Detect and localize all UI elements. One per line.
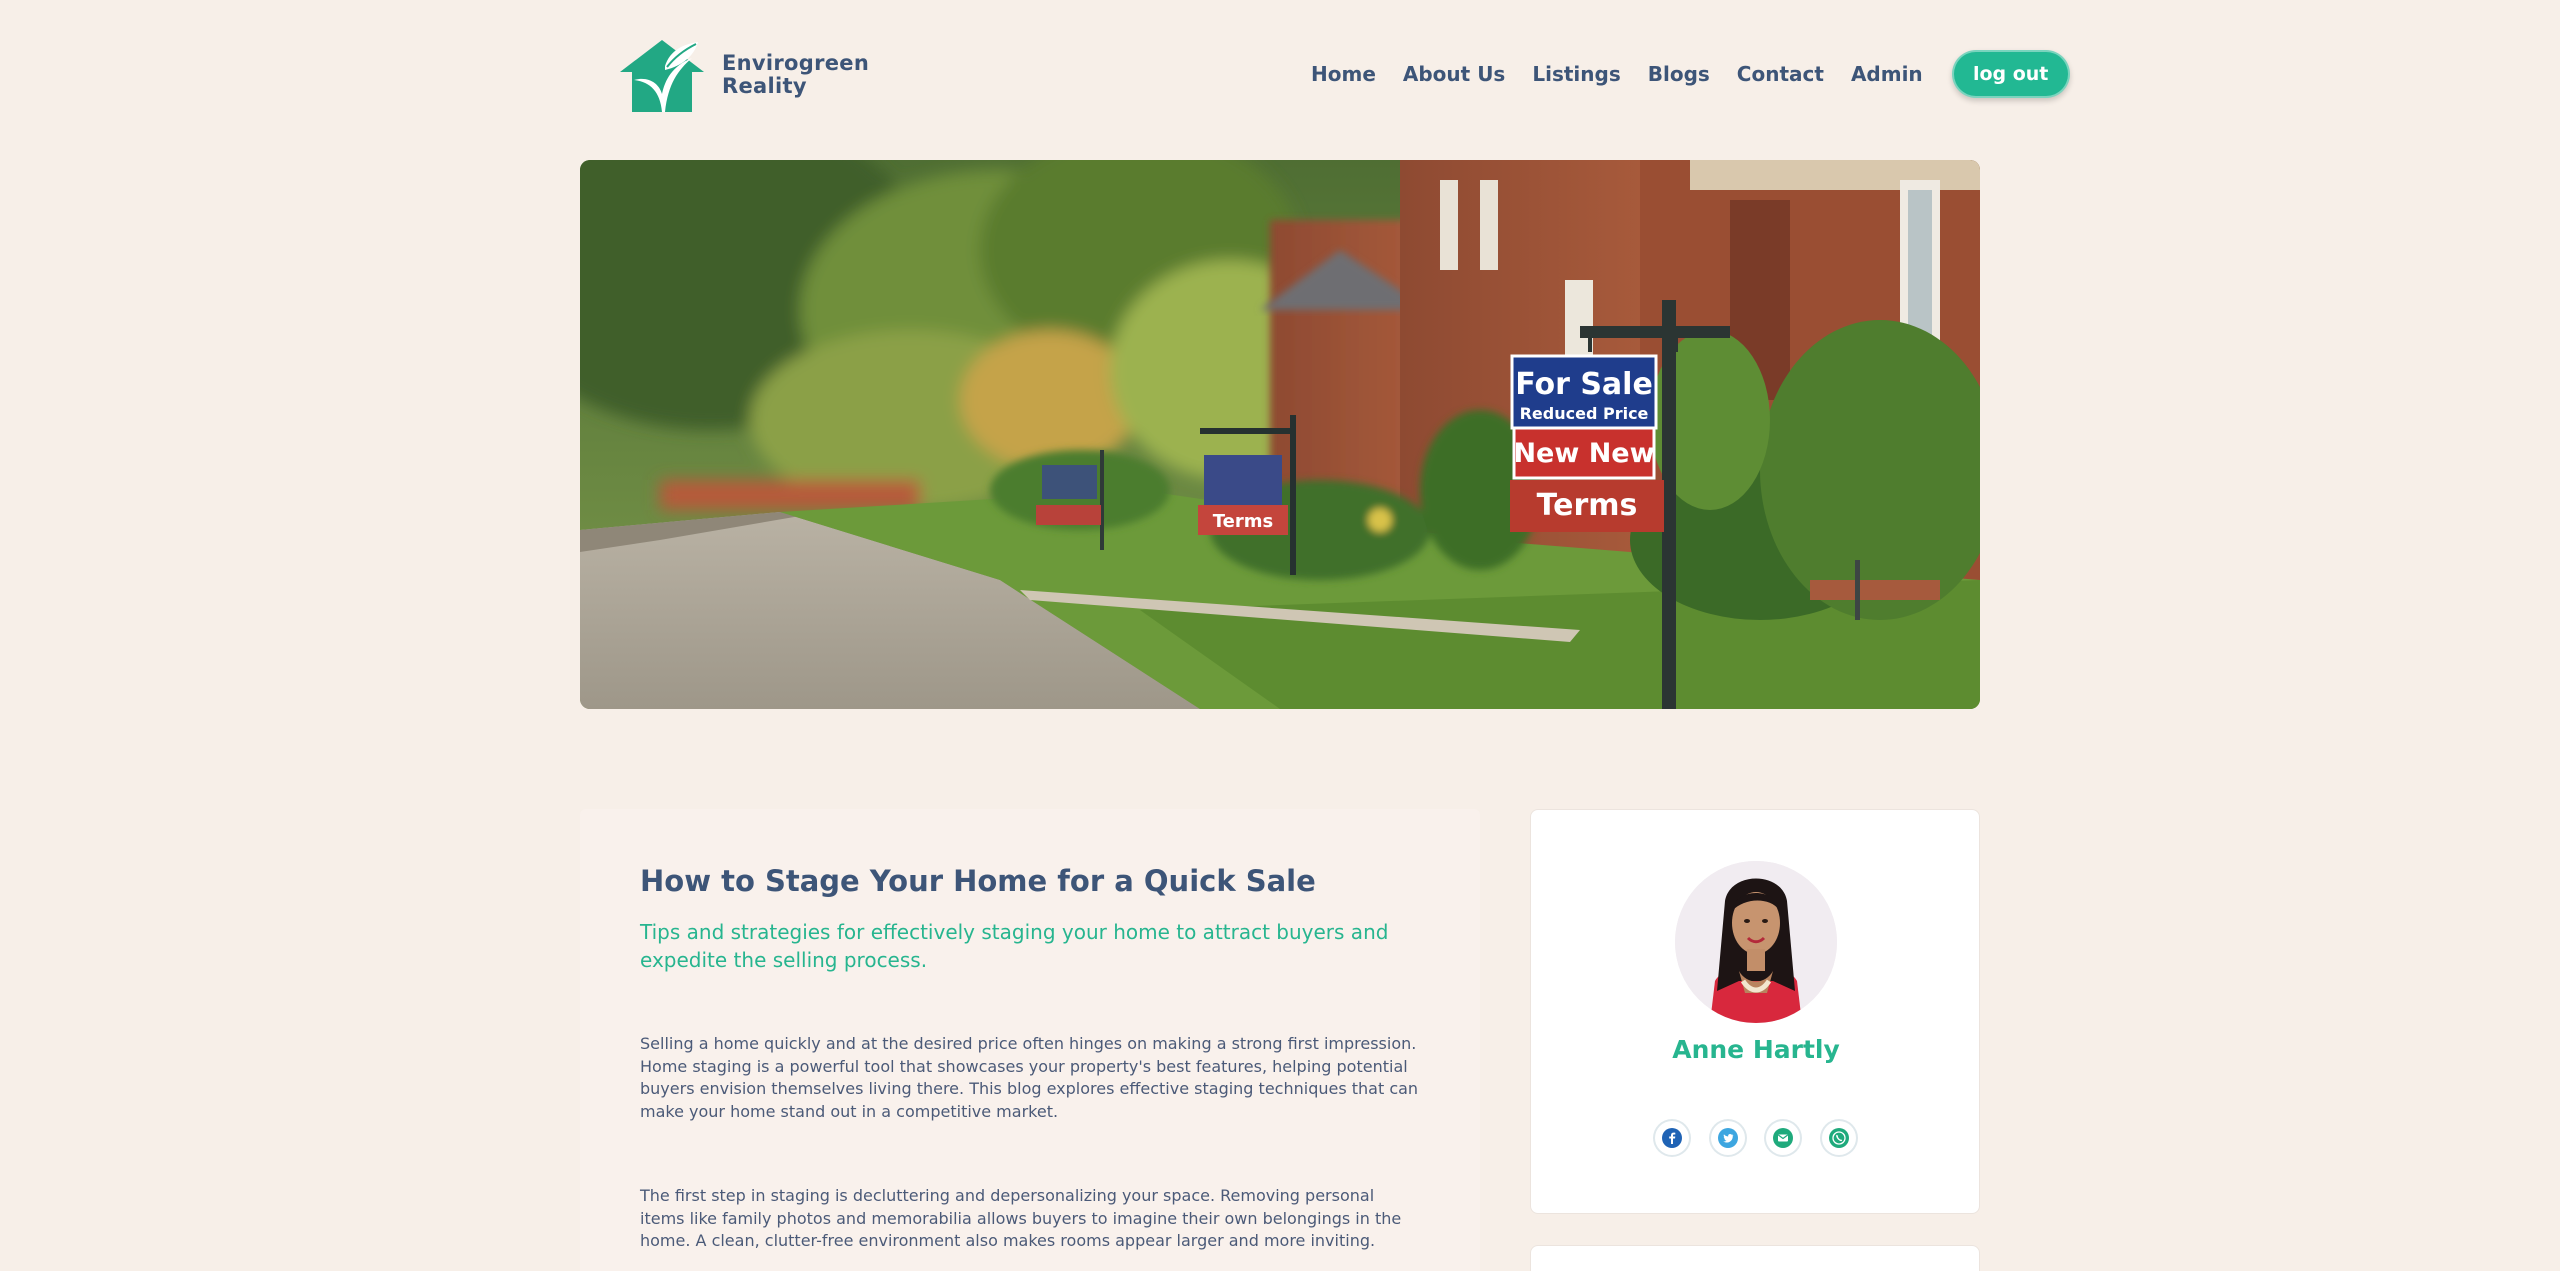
phone-link[interactable]	[1822, 1121, 1856, 1155]
brand-name-line1: Envirogreen	[722, 51, 870, 75]
blog-article: How to Stage Your Home for a Quick Sale …	[580, 809, 1480, 1271]
nav-contact[interactable]: Contact	[1737, 62, 1824, 86]
facebook-link[interactable]	[1655, 1121, 1689, 1155]
social-links	[1655, 1121, 1877, 1155]
sign-new-new-text: New New	[1513, 438, 1654, 469]
brand-name-line2: Reality	[722, 74, 807, 98]
article-paragraph: Selling a home quickly and at the desire…	[640, 1034, 1419, 1121]
email-link[interactable]	[1766, 1121, 1800, 1155]
author-photo	[1675, 861, 1837, 1023]
sign-terms-text: Terms	[1537, 488, 1638, 523]
nav-listings[interactable]: Listings	[1532, 62, 1620, 86]
nav-admin[interactable]: Admin	[1851, 62, 1923, 86]
house-leaf-icon	[620, 40, 704, 112]
article-title: How to Stage Your Home for a Quick Sale	[640, 864, 1316, 898]
brand-logo[interactable]: Envirogreen Reality	[612, 36, 869, 114]
sign-reduced-price-text: Reduced Price	[1520, 404, 1649, 423]
facebook-icon	[1662, 1128, 1682, 1148]
twitter-icon	[1717, 1128, 1738, 1148]
article-subtitle: Tips and strategies for effectively stag…	[640, 920, 1389, 972]
site-header: Envirogreen Reality Home About Us Listin…	[0, 0, 2560, 150]
nav-about-us[interactable]: About Us	[1403, 62, 1505, 86]
nav-blogs[interactable]: Blogs	[1648, 62, 1710, 86]
street-for-sale-illustration: Terms For Sale Reduced Price New New Ter…	[580, 160, 1980, 709]
email-icon	[1773, 1128, 1793, 1148]
small-terms-sign-text: Terms	[1213, 511, 1273, 532]
sidebar-card	[1530, 1245, 1980, 1271]
main-nav: Home About Us Listings Blogs Contact Adm…	[1311, 50, 2070, 98]
phone-icon	[1828, 1128, 1849, 1148]
article-paragraph: The first step in staging is declutterin…	[640, 1186, 1402, 1250]
author-name: Anne Hartly	[1672, 1035, 1840, 1064]
hero-image: Terms For Sale Reduced Price New New Ter…	[580, 160, 1980, 709]
sign-for-sale-text: For Sale	[1515, 367, 1653, 402]
author-card: Anne Hartly	[1530, 809, 1980, 1214]
logout-button[interactable]: log out	[1951, 50, 2070, 98]
twitter-link[interactable]	[1711, 1121, 1745, 1155]
avatar	[1675, 861, 1837, 1023]
nav-home[interactable]: Home	[1311, 62, 1376, 86]
brand-name: Envirogreen Reality	[722, 52, 869, 98]
